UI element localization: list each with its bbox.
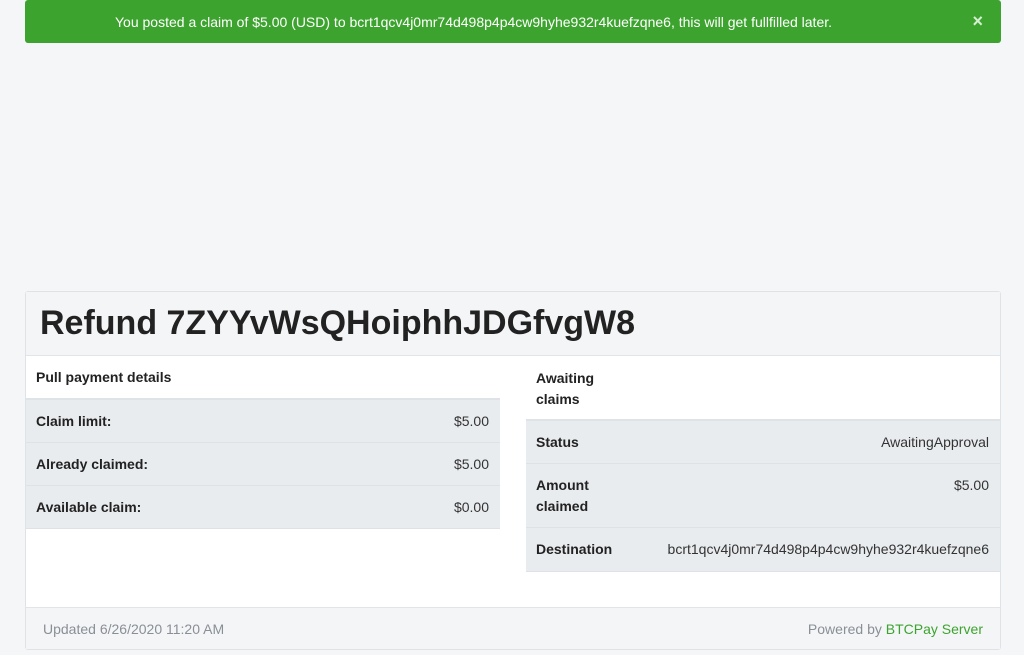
pull-payment-details-panel: Pull payment details Claim limit: $5.00 … bbox=[26, 356, 500, 529]
btcpay-server-link[interactable]: BTCPay Server bbox=[886, 621, 983, 637]
updated-timestamp: Updated 6/26/2020 11:20 AM bbox=[43, 621, 225, 637]
amount-claimed-value: $5.00 bbox=[953, 477, 989, 493]
claim-limit-value: $5.00 bbox=[453, 413, 489, 429]
available-claim-row: Available claim: $0.00 bbox=[26, 486, 500, 529]
success-alert: You posted a claim of $5.00 (USD) to bcr… bbox=[25, 0, 1001, 43]
status-badge: AwaitingApproval bbox=[881, 434, 989, 450]
pull-payment-details-heading: Pull payment details bbox=[26, 356, 500, 400]
alert-message: You posted a claim of $5.00 (USD) to bcr… bbox=[115, 14, 833, 30]
card-footer: Updated 6/26/2020 11:20 AM Powered by BT… bbox=[26, 607, 1000, 649]
available-claim-value: $0.00 bbox=[453, 499, 489, 515]
amount-claimed-row: Amount claimed $5.00 bbox=[526, 464, 1000, 528]
claim-limit-row: Claim limit: $5.00 bbox=[26, 400, 500, 443]
status-label: Status bbox=[536, 434, 579, 450]
card-header: Refund 7ZYYvWsQHoiphhJDGfvgW8 bbox=[26, 292, 1000, 356]
destination-row: Destination bcrt1qcv4j0mr74d498p4p4cw9hy… bbox=[526, 528, 1000, 572]
awaiting-claims-heading: Awaiting claims bbox=[526, 356, 1000, 421]
available-claim-label: Available claim: bbox=[36, 499, 142, 515]
claim-limit-label: Claim limit: bbox=[36, 413, 112, 429]
close-icon[interactable]: × bbox=[972, 12, 983, 30]
powered-by-prefix: Powered by bbox=[807, 621, 882, 637]
already-claimed-value: $5.00 bbox=[453, 456, 489, 472]
refund-card: Refund 7ZYYvWsQHoiphhJDGfvgW8 Pull payme… bbox=[25, 291, 1001, 650]
destination-label: Destination bbox=[536, 541, 613, 557]
already-claimed-label: Already claimed: bbox=[36, 456, 149, 472]
powered-by: Powered by BTCPay Server bbox=[808, 621, 983, 637]
status-row: Status AwaitingApproval bbox=[526, 421, 1000, 464]
amount-claimed-label: Amount claimed bbox=[536, 477, 589, 514]
page-title: Refund 7ZYYvWsQHoiphhJDGfvgW8 bbox=[40, 304, 636, 342]
destination-value: bcrt1qcv4j0mr74d498p4p4cw9hyhe932r4kuefz… bbox=[667, 541, 989, 557]
already-claimed-row: Already claimed: $5.00 bbox=[26, 443, 500, 486]
awaiting-claims-panel: Awaiting claims Status AwaitingApproval … bbox=[526, 356, 1000, 572]
